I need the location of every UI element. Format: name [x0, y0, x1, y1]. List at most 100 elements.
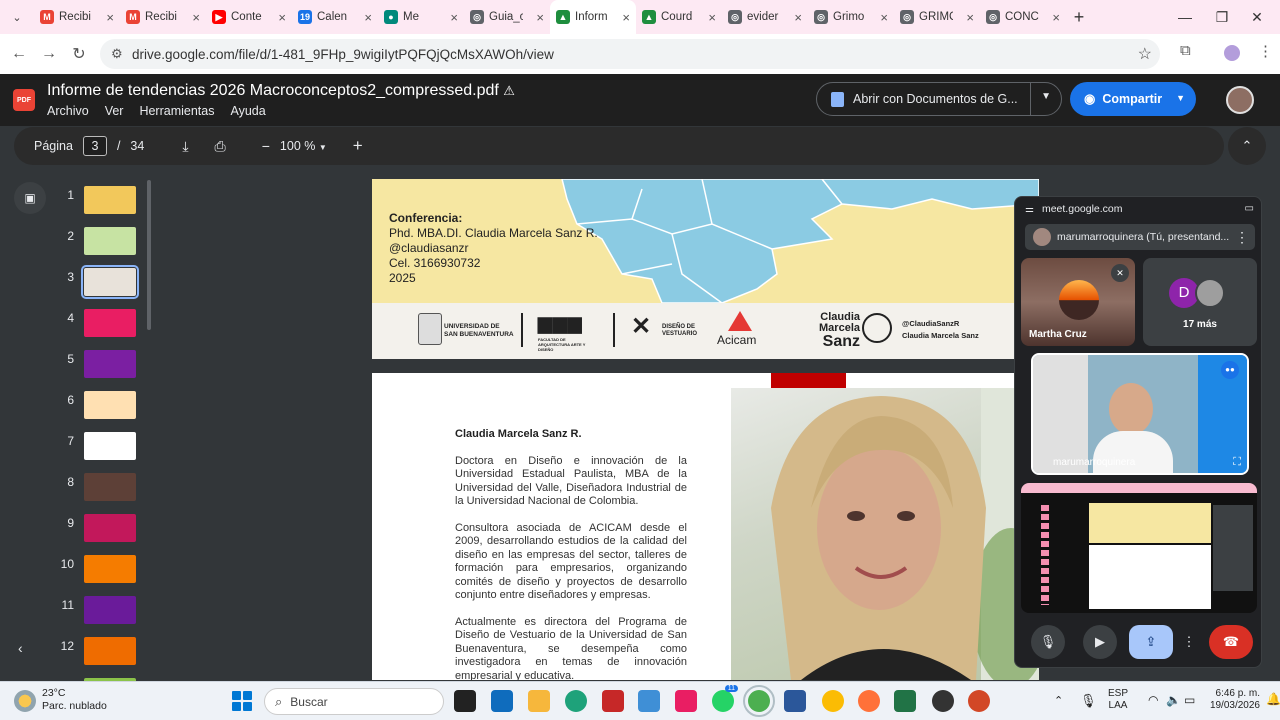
close-tab-icon[interactable]: × — [1052, 10, 1060, 25]
back-to-tab-icon[interactable]: ▭ — [1245, 203, 1254, 214]
thumbnail-image[interactable] — [84, 432, 136, 460]
thumbnail-page-11[interactable]: 11 — [0, 596, 160, 626]
tab-10[interactable]: ◎ GRIMC × — [894, 0, 980, 34]
thumbnail-page-2[interactable]: 2 — [0, 227, 160, 257]
thumbnail-page-8[interactable]: 8 — [0, 473, 160, 503]
word-icon[interactable] — [784, 690, 806, 712]
end-call-icon[interactable]: ☎ — [1209, 625, 1253, 659]
thumbnail-page-9[interactable]: 9 — [0, 514, 160, 544]
menu-ver[interactable]: Ver — [105, 104, 124, 118]
thumbnail-page-12[interactable]: 12 — [0, 637, 160, 667]
close-tab-icon[interactable]: × — [794, 10, 802, 25]
download-icon[interactable]: ⤓ — [182, 138, 188, 155]
thumbnail-image[interactable] — [84, 309, 136, 337]
whatsapp-icon[interactable]: 11 — [712, 685, 738, 712]
close-tab-icon[interactable]: × — [880, 10, 888, 25]
tab-6[interactable]: ▲ Inform × — [550, 0, 636, 34]
edge-icon[interactable] — [565, 690, 587, 712]
screen-share-preview-tile[interactable] — [1021, 483, 1257, 613]
thumbnail-image[interactable] — [84, 514, 136, 542]
chrome-icon[interactable] — [743, 685, 775, 717]
powerpoint-icon[interactable] — [968, 690, 990, 712]
tune-icon[interactable]: ⚌ — [1025, 204, 1034, 215]
thumbnail-image[interactable] — [84, 391, 136, 419]
menu-archivo[interactable]: Archivo — [47, 104, 89, 118]
more-options-icon[interactable]: ⋮ — [1181, 625, 1197, 659]
tab-11[interactable]: ◎ CONC × — [980, 0, 1066, 34]
site-info-icon[interactable]: ⚙ — [111, 46, 123, 62]
language-indicator[interactable]: ESP LAA — [1108, 688, 1128, 712]
close-tab-icon[interactable]: × — [966, 10, 974, 25]
battery-icon[interactable]: ▭ — [1184, 693, 1195, 707]
thumbnail-image[interactable] — [84, 555, 136, 583]
clock[interactable]: 6:46 p. m. 19/03/2026 — [1200, 688, 1260, 712]
zoom-out-icon[interactable]: − — [262, 138, 270, 154]
back-icon[interactable]: ← — [4, 45, 34, 63]
microphone-icon[interactable]: 🎙 — [1031, 625, 1065, 659]
share-chevron-down-icon[interactable]: ▼ — [1176, 93, 1185, 103]
more-options-icon[interactable]: ⋮ — [1235, 229, 1249, 246]
tab-9[interactable]: ◎ Grimo × — [808, 0, 894, 34]
close-tab-icon[interactable]: × — [708, 10, 716, 25]
account-avatar[interactable] — [1226, 86, 1254, 114]
collapse-header-chevron-up-icon[interactable]: ⌃ — [1228, 127, 1266, 165]
thumbnail-page-4[interactable]: 4 — [0, 309, 160, 339]
sidebar-scrollbar[interactable] — [147, 180, 151, 330]
close-tab-icon[interactable]: × — [106, 10, 114, 25]
thumbnail-page-10[interactable]: 10 — [0, 555, 160, 585]
wifi-icon[interactable]: ◠ — [1148, 693, 1158, 707]
taskbar-search[interactable]: ⌕ Buscar — [264, 688, 444, 715]
participant-tile-martha[interactable]: ✕ Martha Cruz — [1021, 258, 1135, 346]
close-tab-icon[interactable]: × — [450, 10, 458, 25]
volume-icon[interactable]: 🔈 — [1166, 693, 1181, 707]
self-video-tile[interactable]: ●● marumarroquinera ⛶ — [1031, 353, 1249, 475]
new-tab-button[interactable]: + — [1066, 7, 1092, 28]
chrome-profile-icon[interactable] — [822, 690, 844, 712]
tab-7[interactable]: ▲ Courd × — [636, 0, 722, 34]
zoom-in-icon[interactable]: + — [353, 136, 363, 156]
thumbnail-image[interactable] — [84, 350, 136, 378]
close-tab-icon[interactable]: × — [536, 10, 544, 25]
close-window-button[interactable]: ✕ — [1234, 0, 1280, 34]
close-tab-icon[interactable]: × — [192, 10, 200, 25]
page-number-input[interactable]: 3 — [82, 136, 107, 156]
thumbnail-page-3[interactable]: 3 — [0, 265, 160, 299]
more-participants-tile[interactable]: D 17 más — [1143, 258, 1257, 346]
reload-icon[interactable]: ↻ — [64, 44, 94, 64]
browser-menu-icon[interactable]: ⋮ — [1258, 42, 1273, 60]
camera-icon[interactable]: ▶ — [1083, 625, 1117, 659]
tab-1[interactable]: M Recibi × — [120, 0, 206, 34]
zoom-level[interactable]: 100 % ▼ — [280, 139, 327, 153]
share-button[interactable]: ◉ Compartir ▼ — [1070, 82, 1196, 116]
profile-avatar[interactable] — [1224, 45, 1240, 61]
close-tab-icon[interactable]: × — [278, 10, 286, 25]
notifications-icon[interactable]: 🔔 — [1266, 692, 1280, 706]
thumbnail-page-7[interactable]: 7 — [0, 432, 160, 462]
thumbnail-image[interactable] — [84, 186, 136, 214]
open-with-button[interactable]: Abrir con Documentos de G... ▼ — [816, 82, 1062, 116]
thumbnail-image[interactable] — [81, 265, 139, 299]
forward-icon[interactable]: → — [34, 45, 64, 63]
zoom-chevron-down-icon[interactable]: ▼ — [319, 143, 327, 152]
show-hidden-icons-chevron-up-icon[interactable]: ⌃ — [1054, 694, 1063, 707]
mcafee-icon[interactable] — [602, 690, 624, 712]
thumbnail-image[interactable] — [84, 227, 136, 255]
close-tab-icon[interactable]: × — [622, 10, 630, 25]
extensions-icon[interactable]: ⧉ — [1180, 42, 1191, 59]
present-screen-icon[interactable]: ⇪ — [1129, 625, 1173, 659]
app-icon[interactable] — [932, 690, 954, 712]
print-icon[interactable]: ⎙ — [215, 138, 226, 155]
thumbnail-page-1[interactable]: 1 — [0, 186, 160, 216]
tab-8[interactable]: ◎ evider × — [722, 0, 808, 34]
menu-herramientas[interactable]: Herramientas — [139, 104, 214, 118]
tab-3[interactable]: 19 Calen × — [292, 0, 378, 34]
excel-icon[interactable] — [894, 690, 916, 712]
thumbnail-page-5[interactable]: 5 — [0, 350, 160, 380]
task-view-icon[interactable] — [454, 690, 476, 712]
tab-5[interactable]: ◎ Guia_c × — [464, 0, 550, 34]
tab-2[interactable]: ▶ Conte × — [206, 0, 292, 34]
collapse-sidebar-chevron-left-icon[interactable]: ‹ — [18, 640, 23, 656]
thumbnail-image[interactable] — [84, 637, 136, 665]
weather-widget[interactable]: 23°C Parc. nublado — [14, 687, 107, 713]
chevron-down-icon[interactable]: ▼ — [1041, 91, 1051, 102]
